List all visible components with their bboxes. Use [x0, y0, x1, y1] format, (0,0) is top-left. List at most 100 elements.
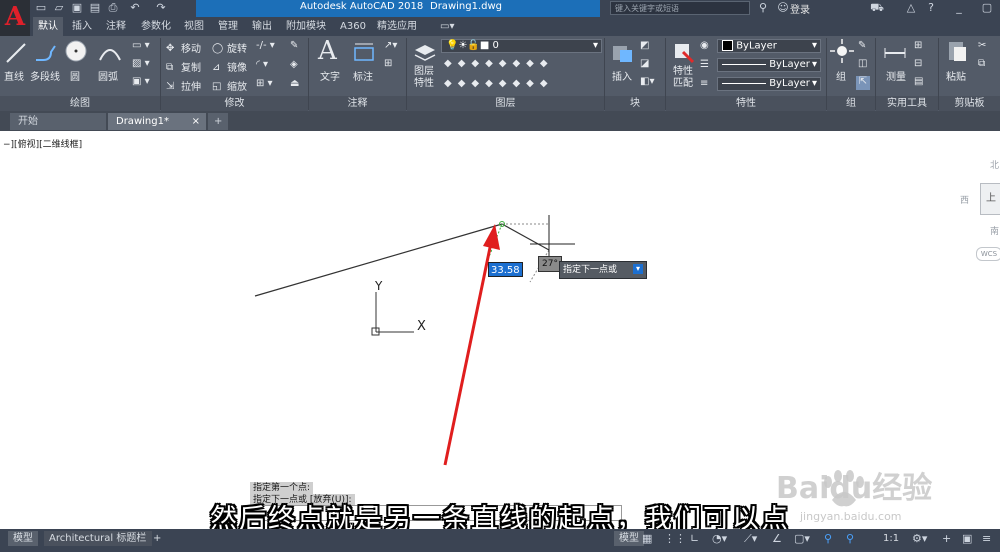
tab-manage[interactable]: 管理: [218, 17, 238, 36]
search-input[interactable]: 键入关键字或短语: [610, 1, 750, 15]
table-icon[interactable]: ⊞: [384, 58, 392, 69]
lineweight-dropdown[interactable]: ByLayer ▾: [717, 77, 821, 91]
copy-clip-icon[interactable]: ⧉: [978, 58, 985, 69]
tab-parametric[interactable]: 参数化: [141, 17, 171, 36]
layer-tools-row2[interactable]: ◆◆◆◆◆◆◆◆: [444, 78, 554, 89]
layer-properties-button[interactable]: 图层特性: [414, 66, 436, 90]
minimize-icon[interactable]: _: [952, 1, 966, 15]
snap-icon[interactable]: ⋮⋮: [664, 532, 686, 545]
isolate-icon[interactable]: ▣: [962, 532, 972, 545]
polyline-button[interactable]: 多段线: [30, 68, 60, 83]
print-icon[interactable]: ⎙: [106, 1, 120, 15]
dimension-button[interactable]: 标注: [353, 68, 373, 83]
color-dropdown[interactable]: ByLayer ▾: [717, 39, 821, 53]
edit-block-icon[interactable]: ◪: [640, 58, 649, 69]
tab-start[interactable]: 开始: [10, 113, 106, 130]
clipboard-panel-title[interactable]: 剪贴板: [939, 96, 1000, 111]
ribbon-options-icon[interactable]: ▭▾: [440, 17, 454, 36]
tab-addins[interactable]: 附加模块: [286, 17, 326, 36]
viewcube-south[interactable]: 南: [990, 224, 999, 237]
options-arrow-icon[interactable]: ▾: [633, 264, 643, 274]
ungroup-icon[interactable]: ✎: [858, 40, 866, 51]
modify-panel-title[interactable]: 修改: [161, 96, 308, 111]
tab-insert[interactable]: 插入: [72, 17, 92, 36]
osnap-tracking-icon[interactable]: ∠: [772, 532, 782, 545]
layers-panel-title[interactable]: 图层: [407, 96, 604, 111]
layout-tab-model[interactable]: 模型: [8, 531, 38, 546]
help-icon[interactable]: ?: [924, 1, 938, 15]
layer-dropdown[interactable]: 💡☀🔓■ 0 ▾: [441, 39, 602, 53]
viewcube-top[interactable]: 上: [980, 183, 1000, 215]
insert-button[interactable]: 插入: [612, 68, 632, 83]
new-file-icon[interactable]: ▭: [34, 1, 48, 15]
save-as-icon[interactable]: ▤: [88, 1, 102, 15]
annotation-visibility-icon[interactable]: ⚲: [824, 532, 832, 545]
id-point-icon[interactable]: ▤: [914, 76, 923, 87]
match-properties-button[interactable]: 特性匹配: [673, 66, 695, 90]
annotation-autoscale-icon[interactable]: ⚲: [846, 532, 854, 545]
move-button[interactable]: ✥ 移动: [166, 40, 201, 55]
stretch-button[interactable]: ⇲ 拉伸: [166, 78, 201, 93]
groups-panel-title[interactable]: 组: [827, 96, 875, 111]
measure-button[interactable]: 测量: [886, 68, 906, 83]
erase-icon[interactable]: ✎: [290, 40, 298, 51]
maximize-icon[interactable]: ▢: [980, 1, 994, 15]
customize-icon[interactable]: ≡: [982, 532, 991, 545]
annotation-scale[interactable]: 1:1: [878, 531, 904, 546]
block-panel-title[interactable]: 块: [605, 96, 665, 111]
annotation-panel-title[interactable]: 注释: [309, 96, 406, 111]
redo-icon[interactable]: ↷: [154, 1, 168, 15]
layout-tab-architectural[interactable]: Architectural 标题栏: [44, 531, 152, 546]
tab-annotate[interactable]: 注释: [106, 17, 126, 36]
osnap-icon[interactable]: ▢▾: [794, 532, 810, 545]
isodraft-icon[interactable]: ⟋▾: [744, 532, 757, 546]
mirror-button[interactable]: ⊿ 镜像: [212, 59, 247, 74]
tab-output[interactable]: 输出: [252, 17, 272, 36]
binoculars-icon[interactable]: ⚲: [756, 1, 770, 15]
layer-tools-row1[interactable]: ◆◆◆◆◆◆◆◆: [444, 58, 554, 69]
tab-view[interactable]: 视图: [184, 17, 204, 36]
paste-button[interactable]: 粘贴: [946, 68, 966, 83]
offset-icon[interactable]: ⏏: [290, 78, 299, 89]
linetype-dropdown[interactable]: ByLayer ▾: [717, 58, 821, 72]
tab-drawing1[interactable]: Drawing1* ×: [108, 113, 206, 130]
app-menu-button[interactable]: A: [0, 0, 30, 36]
create-block-icon[interactable]: ◩: [640, 40, 649, 51]
plus-icon[interactable]: +: [942, 532, 951, 545]
hatch-icon[interactable]: ▨ ▾: [132, 58, 150, 69]
tab-a360[interactable]: A360: [340, 17, 366, 36]
scale-button[interactable]: ◱ 缩放: [212, 78, 247, 93]
block-attributes-icon[interactable]: ◧▾: [640, 76, 654, 87]
model-space-toggle[interactable]: 模型: [614, 531, 644, 546]
utilities-panel-title[interactable]: 实用工具: [876, 96, 938, 111]
calculator-icon[interactable]: ⊞: [914, 40, 922, 51]
polar-icon[interactable]: ◔▾: [712, 532, 727, 545]
circle-button[interactable]: 圆: [70, 68, 80, 83]
fillet-icon[interactable]: ◜ ▾: [256, 59, 268, 70]
grid-icon[interactable]: ▦: [642, 532, 652, 545]
exchange-icon[interactable]: △: [904, 1, 918, 15]
leader-icon[interactable]: ↗▾: [384, 40, 397, 51]
rectangle-icon[interactable]: ▭ ▾: [132, 40, 150, 51]
login-button[interactable]: 登录: [790, 1, 810, 16]
array-icon[interactable]: ⊞ ▾: [256, 78, 273, 89]
close-icon[interactable]: ×: [192, 113, 200, 130]
properties-panel-title[interactable]: 特性: [666, 96, 826, 111]
arc-button[interactable]: 圆弧: [98, 68, 118, 83]
viewcube-north[interactable]: 北: [990, 158, 999, 171]
undo-icon[interactable]: ↶: [128, 1, 142, 15]
rotate-button[interactable]: ◯ 旋转: [212, 40, 247, 55]
text-button[interactable]: 文字: [320, 68, 340, 83]
quick-select-icon[interactable]: ⊟: [914, 58, 922, 69]
cart-icon[interactable]: ⛟: [870, 1, 884, 15]
tab-home[interactable]: 默认: [33, 17, 63, 36]
workspace-gear-icon[interactable]: ⚙▾: [912, 532, 927, 545]
trim-icon[interactable]: -/- ▾: [256, 40, 275, 51]
group-select-icon[interactable]: ⇱: [856, 76, 870, 90]
wcs-menu[interactable]: WCS: [976, 247, 1000, 261]
save-icon[interactable]: ▣: [70, 1, 84, 15]
new-layout-button[interactable]: +: [148, 531, 166, 546]
viewcube-west[interactable]: 西: [960, 193, 969, 206]
explode-icon[interactable]: ◈: [290, 59, 298, 70]
draw-panel-title[interactable]: 绘图: [0, 96, 160, 111]
